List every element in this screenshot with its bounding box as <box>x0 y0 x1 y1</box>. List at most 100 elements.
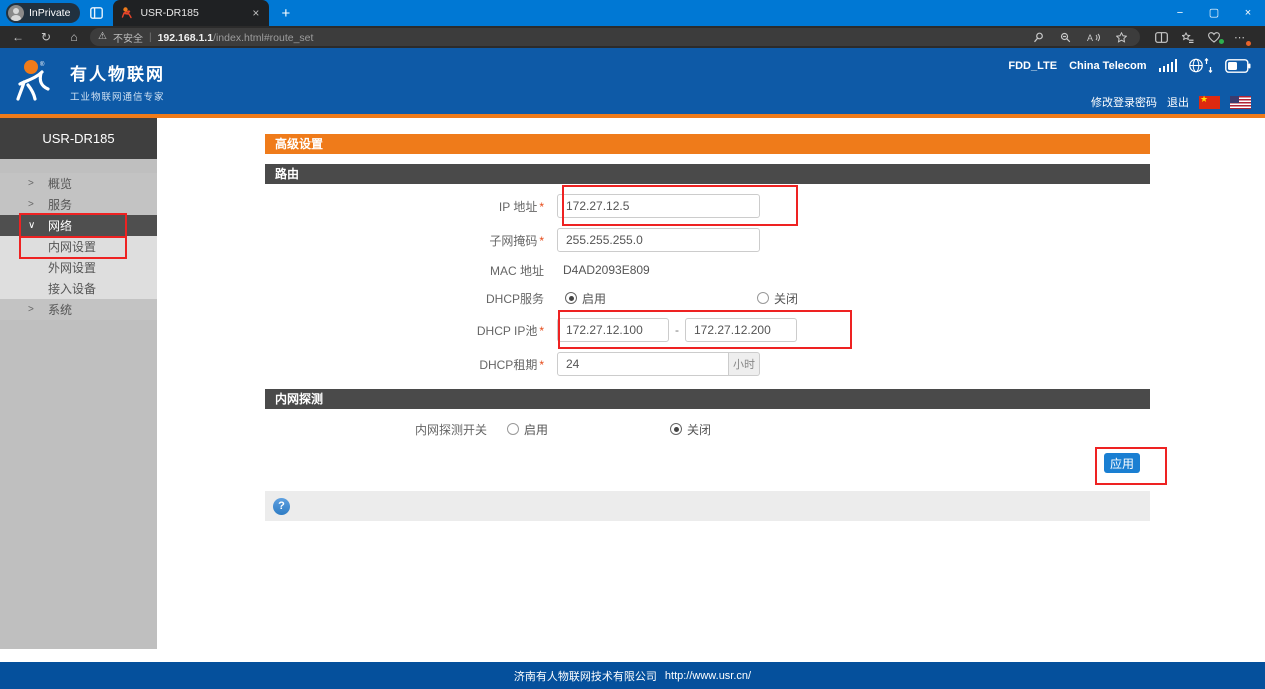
probe-enable-radio[interactable] <box>507 423 519 435</box>
back-icon[interactable]: ← <box>6 27 30 47</box>
sidebar-item-network[interactable]: ∨ 网络 <box>0 215 157 236</box>
required-asterisk: * <box>539 358 544 372</box>
inprivate-badge[interactable]: InPrivate <box>6 3 80 23</box>
apply-button[interactable]: 应用 <box>1104 453 1140 473</box>
device-name: USR-DR185 <box>0 118 157 159</box>
apply-row: 应用 <box>265 453 1150 475</box>
form-row-dhcp-pool: DHCP IP池* - <box>265 318 1150 342</box>
browser-essentials-icon[interactable] <box>1201 32 1227 43</box>
help-bar: ? <box>265 491 1150 521</box>
section-title-lan-probe: 内网探测 <box>265 389 1150 409</box>
probe-enable-label: 启用 <box>524 421 548 438</box>
language-chinese-flag[interactable] <box>1199 96 1220 109</box>
collections-icon[interactable] <box>1175 32 1201 43</box>
new-tab-button[interactable]: + <box>281 6 290 21</box>
toolbar-right-icons: ⋯ <box>1148 31 1252 44</box>
tab-strip: InPrivate USR-DR185 × + − ▢ × <box>0 0 1265 26</box>
network-mode: FDD_LTE <box>1008 60 1057 72</box>
essentials-status-dot <box>1219 39 1224 44</box>
dhcp-lease-input[interactable] <box>557 352 729 376</box>
brand-logo: ® 有人物联网 工业物联网通信专家 <box>14 48 165 114</box>
url-path: /index.html#route_set <box>213 32 313 44</box>
carrier-name: China Telecom <box>1069 60 1146 72</box>
registered-mark: ® <box>40 61 45 68</box>
sidebar-item-label: 内网设置 <box>48 238 96 255</box>
split-screen-icon[interactable] <box>1148 32 1175 43</box>
connection-status: FDD_LTE China Telecom <box>1008 58 1251 73</box>
security-label: 不安全 <box>113 30 143 45</box>
sidebar-item-services[interactable]: > 服务 <box>0 194 157 215</box>
site-header: ® 有人物联网 工业物联网通信专家 FDD_LTE China Telecom … <box>0 48 1265 118</box>
probe-disable-radio[interactable] <box>670 423 682 435</box>
subnet-mask-label: 子网掩码 <box>489 234 537 248</box>
sidebar-item-label: 接入设备 <box>48 280 96 297</box>
url-host: 192.168.1.1 <box>158 32 213 44</box>
chevron-down-icon: ∨ <box>28 220 48 231</box>
sidebar-item-system[interactable]: > 系统 <box>0 299 157 320</box>
required-asterisk: * <box>539 234 544 248</box>
site-footer: 济南有人物联网技术有限公司 http://www.usr.cn/ <box>0 662 1265 689</box>
signal-strength-icon <box>1159 59 1178 72</box>
mac-address-value: D4AD2093E809 <box>557 263 650 277</box>
favorite-star-icon[interactable] <box>1111 32 1132 43</box>
inprivate-label: InPrivate <box>29 7 70 19</box>
chevron-right-icon: > <box>28 178 48 189</box>
refresh-icon[interactable]: ↻ <box>34 27 58 47</box>
dhcp-pool-label: DHCP IP池 <box>477 324 537 338</box>
address-bar[interactable]: ⚠ 不安全 | 192.168.1.1/index.html#route_set… <box>90 28 1140 46</box>
mac-address-label: MAC 地址 <box>490 264 544 278</box>
dhcp-enable-radio[interactable] <box>565 292 577 304</box>
help-icon[interactable]: ? <box>273 498 290 515</box>
usr-person-logo-icon: ® <box>14 59 60 103</box>
probe-switch-label: 内网探测开关 <box>415 423 487 437</box>
tab-favicon <box>121 7 133 19</box>
tab-usr-dr185[interactable]: USR-DR185 × <box>113 0 269 26</box>
battery-icon <box>1225 59 1251 73</box>
sidebar-item-connected-devices[interactable]: 接入设备 <box>0 278 157 299</box>
profile-avatar <box>8 5 24 21</box>
window-controls: − ▢ × <box>1163 0 1265 26</box>
ip-address-label: IP 地址 <box>499 200 537 214</box>
dhcp-service-label: DHCP服务 <box>486 292 544 306</box>
home-icon[interactable]: ⌂ <box>62 27 86 47</box>
zoom-out-icon[interactable] <box>1055 32 1076 43</box>
chevron-right-icon: > <box>28 199 48 210</box>
not-secure-warning-icon: ⚠ <box>98 32 107 42</box>
dhcp-enable-label: 启用 <box>582 290 606 307</box>
settings-more-icon[interactable]: ⋯ <box>1227 31 1252 44</box>
change-password-link[interactable]: 修改登录密码 <box>1091 94 1157 110</box>
range-separator: - <box>675 323 679 337</box>
chevron-right-icon: > <box>28 304 48 315</box>
sidebar-item-wan-settings[interactable]: 外网设置 <box>0 257 157 278</box>
page-title: 高级设置 <box>265 134 1150 154</box>
tab-close-icon[interactable]: × <box>250 7 261 19</box>
search-icon[interactable] <box>1028 32 1049 43</box>
section-title-route: 路由 <box>265 164 1150 184</box>
form-row-probe-switch: 内网探测开关 启用 关闭 <box>265 419 1150 439</box>
required-asterisk: * <box>539 200 544 214</box>
read-aloud-icon[interactable]: A <box>1082 32 1105 43</box>
logout-link[interactable]: 退出 <box>1167 94 1189 110</box>
sidebar-item-lan-settings[interactable]: 内网设置 <box>0 236 157 257</box>
dhcp-pool-end-input[interactable] <box>685 318 797 342</box>
maximize-button[interactable]: ▢ <box>1197 0 1231 26</box>
sidebar-item-overview[interactable]: > 概览 <box>0 173 157 194</box>
footer-website-link[interactable]: http://www.usr.cn/ <box>665 670 751 682</box>
sidebar-item-label: 网络 <box>48 217 72 234</box>
sidebar-nav: USR-DR185 > 概览 > 服务 ∨ 网络 内网设置 <box>0 118 157 649</box>
close-button[interactable]: × <box>1231 0 1265 26</box>
language-english-flag[interactable] <box>1230 96 1251 109</box>
minimize-button[interactable]: − <box>1163 0 1197 26</box>
sidebar-item-label: 概览 <box>48 175 72 192</box>
dhcp-pool-start-input[interactable] <box>557 318 669 342</box>
footer-company: 济南有人物联网技术有限公司 <box>514 668 657 684</box>
main-panel: 高级设置 路由 IP 地址* 子网掩码* MAC 地址 D4AD2093E809… <box>157 118 1265 658</box>
brand-subtitle: 工业物联网通信专家 <box>70 89 165 103</box>
tab-actions-menu-icon[interactable] <box>90 7 103 19</box>
form-row-mac-address: MAC 地址 D4AD2093E809 <box>265 260 1150 280</box>
dhcp-disable-radio[interactable] <box>757 292 769 304</box>
subnet-mask-input[interactable] <box>557 228 760 252</box>
browser-window: InPrivate USR-DR185 × + − ▢ × ← ↻ ⌂ ⚠ 不安… <box>0 0 1265 689</box>
ip-address-input[interactable] <box>557 194 760 218</box>
more-notification-dot <box>1246 41 1251 46</box>
